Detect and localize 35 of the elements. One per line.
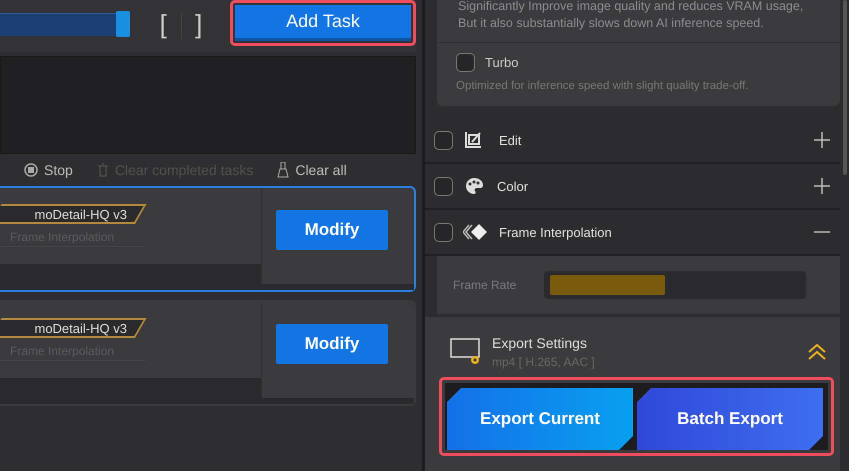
add-task-button[interactable]: Add Task <box>234 5 411 41</box>
scrollbar[interactable] <box>843 0 847 175</box>
model-tag: moDetail-HQ v3 <box>0 204 147 224</box>
model-tag: moDetail-HQ v3 <box>0 318 147 338</box>
expand-icon[interactable] <box>814 132 830 148</box>
expand-icon[interactable] <box>814 178 830 194</box>
module-checkbox[interactable] <box>434 222 453 242</box>
double-chevron-icon[interactable] <box>808 344 826 360</box>
turbo-note: Optimized for inference speed with slight quality trade-off. <box>456 80 750 92</box>
module-label[interactable]: Edit <box>499 132 804 148</box>
turbo-checkbox[interactable] <box>456 53 475 72</box>
option-description: Significantly Improve image quality and reduces VRAM usage, But it also substantially slows down AI inference speed. <box>437 0 840 43</box>
export-settings-title: Export Settings <box>492 335 588 351</box>
layers-icon <box>463 223 487 241</box>
trash-icon <box>96 163 109 177</box>
stop-button[interactable]: Stop <box>24 162 73 178</box>
batch-export-button[interactable]: Batch Export <box>637 388 823 450</box>
modify-button[interactable]: Modify <box>276 210 388 250</box>
mark-out-button[interactable]: ] <box>189 8 208 40</box>
palette-icon <box>463 176 485 196</box>
module-checkbox[interactable] <box>434 130 453 150</box>
clear-all-button[interactable]: Clear all <box>277 162 347 178</box>
module-label[interactable]: Frame Interpolation <box>499 224 804 240</box>
export-current-button[interactable]: Export Current <box>447 388 633 450</box>
module-label[interactable]: Color <box>497 178 804 194</box>
mark-in-button[interactable]: [ <box>154 8 172 40</box>
module-checkbox[interactable] <box>434 176 453 196</box>
turbo-label: Turbo <box>485 55 518 70</box>
modify-button[interactable]: Modify <box>276 324 388 364</box>
stop-icon <box>24 163 38 177</box>
frame-rate-label: Frame Rate <box>453 278 516 292</box>
timeline-bar[interactable] <box>0 12 130 36</box>
frame-rate-slider[interactable] <box>544 271 806 299</box>
monitor-gear-icon <box>450 338 482 366</box>
broom-icon <box>277 162 290 178</box>
